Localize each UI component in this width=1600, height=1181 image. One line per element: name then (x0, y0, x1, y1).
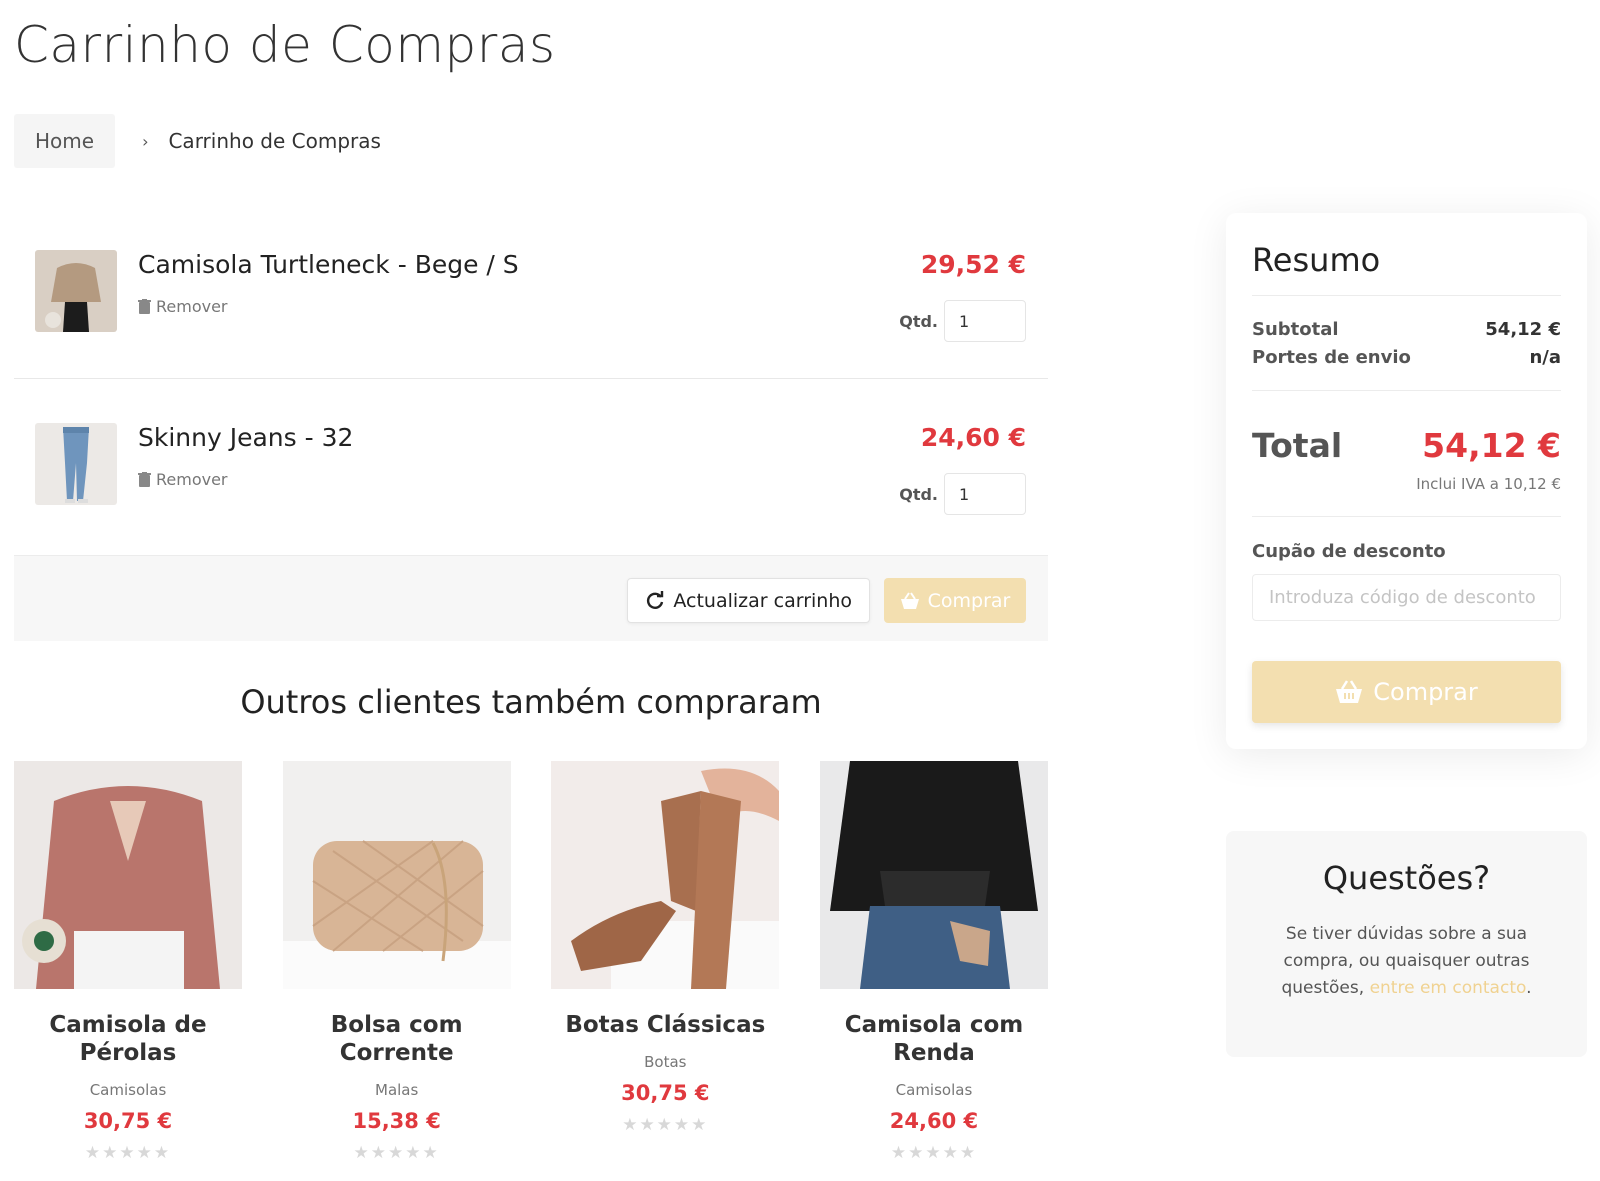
cart-items: Camisola Turtleneck - Bege / S Remover 2… (14, 206, 1048, 552)
cart-item: Skinny Jeans - 32 Remover 24,60 € Qtd. (14, 379, 1048, 552)
quantity-input[interactable] (944, 300, 1026, 342)
product-name[interactable]: Botas Clássicas (551, 1011, 779, 1039)
product-image[interactable] (282, 761, 511, 989)
update-cart-label: Actualizar carrinho (673, 589, 852, 612)
questions-box: Questões? Se tiver dúvidas sobre a sua c… (1226, 831, 1587, 1057)
rating-stars: ★★★★★ (84, 1143, 172, 1163)
shipping-label: Portes de envio (1252, 347, 1411, 368)
product-thumbnail[interactable] (35, 423, 117, 505)
coupon-label: Cupão de desconto (1252, 541, 1446, 562)
product-name[interactable]: Camisola com Renda (820, 1011, 1048, 1067)
remove-button[interactable]: Remover (138, 470, 228, 489)
product-category: Camisolas (89, 1081, 167, 1099)
subtotal-label: Subtotal (1252, 319, 1339, 340)
also-bought-title: Outros clientes também compraram (240, 683, 822, 721)
summary-title: Resumo (1252, 241, 1381, 279)
contact-link[interactable]: entre em contacto (1370, 978, 1527, 998)
product-price: 24,60 € (889, 1109, 979, 1133)
quantity-group: Qtd. (899, 300, 1026, 342)
product-image[interactable] (551, 761, 780, 989)
cart-actions-bar: Actualizar carrinho Comprar (14, 555, 1048, 641)
quantity-group: Qtd. (899, 473, 1026, 515)
breadcrumb-current: Carrinho de Compras (168, 129, 381, 153)
coupon-input[interactable] (1252, 574, 1561, 621)
questions-text: Se tiver dúvidas sobre a sua compra, ou … (1254, 921, 1559, 1002)
breadcrumb: Home › Carrinho de Compras (14, 114, 381, 168)
cart-item: Camisola Turtleneck - Bege / S Remover 2… (14, 206, 1048, 379)
product-price: 30,75 € (621, 1081, 710, 1105)
order-summary: Resumo Subtotal 54,12 € Portes de envio … (1226, 213, 1587, 749)
product-category: Camisolas (895, 1081, 973, 1099)
product-card[interactable]: Camisola com Renda Camisolas 24,60 € ★★★… (819, 761, 1048, 1163)
vat-note: Inclui IVA a 10,12 € (1416, 475, 1561, 493)
checkout-button[interactable]: Comprar (1252, 661, 1561, 723)
quantity-label: Qtd. (899, 484, 938, 504)
trash-icon (138, 299, 151, 314)
cart-item-name[interactable]: Skinny Jeans - 32 (138, 423, 353, 452)
total-value: 54,12 € (1422, 426, 1561, 465)
product-image[interactable] (14, 761, 242, 989)
total-row: Total 54,12 € (1252, 426, 1561, 465)
remove-label: Remover (156, 297, 228, 316)
rating-stars: ★★★★★ (890, 1143, 978, 1163)
basket-icon (1336, 680, 1363, 703)
product-category: Botas (644, 1053, 687, 1071)
cart-item-price: 29,52 € (920, 250, 1026, 279)
product-price: 30,75 € (83, 1109, 173, 1133)
breadcrumb-separator: › (142, 131, 149, 151)
product-name[interactable]: Camisola de Pérolas (14, 1011, 242, 1067)
buy-label: Comprar (927, 589, 1011, 612)
refresh-icon (647, 590, 664, 609)
rating-stars: ★★★★★ (622, 1115, 709, 1135)
divider (1252, 516, 1561, 517)
subtotal-value: 54,12 € (1485, 319, 1561, 340)
cart-item-price: 24,60 € (920, 423, 1026, 452)
basket-icon (900, 591, 919, 609)
cart-item-name[interactable]: Camisola Turtleneck - Bege / S (138, 250, 519, 279)
divider (1252, 390, 1561, 391)
product-price: 15,38 € (352, 1109, 441, 1133)
product-name[interactable]: Bolsa com Corrente (283, 1011, 511, 1067)
also-bought-products: Camisola de Pérolas Camisolas 30,75 € ★★… (14, 761, 1048, 1163)
remove-button[interactable]: Remover (138, 297, 228, 316)
questions-end: . (1526, 978, 1532, 998)
update-cart-button[interactable]: Actualizar carrinho (627, 578, 870, 623)
total-label: Total (1252, 426, 1343, 465)
shipping-value: n/a (1529, 347, 1561, 368)
remove-label: Remover (156, 470, 228, 489)
quantity-label: Qtd. (899, 311, 938, 331)
product-card[interactable]: Bolsa com Corrente Malas 15,38 € ★★★★★ (282, 761, 511, 1163)
checkout-label: Comprar (1373, 678, 1478, 706)
product-category: Malas (375, 1081, 419, 1099)
product-card[interactable]: Botas Clássicas Botas 30,75 € ★★★★★ (551, 761, 780, 1163)
buy-button[interactable]: Comprar (884, 578, 1026, 623)
product-card[interactable]: Camisola de Pérolas Camisolas 30,75 € ★★… (14, 761, 242, 1163)
rating-stars: ★★★★★ (353, 1143, 440, 1163)
trash-icon (138, 472, 151, 487)
page-title: Carrinho de Compras (14, 16, 556, 74)
breadcrumb-home[interactable]: Home (14, 114, 116, 168)
product-thumbnail[interactable] (35, 250, 117, 332)
divider (1252, 295, 1561, 296)
product-image[interactable] (819, 761, 1048, 989)
subtotal-row: Subtotal 54,12 € (1252, 319, 1561, 340)
quantity-input[interactable] (944, 473, 1026, 515)
shipping-row: Portes de envio n/a (1252, 347, 1561, 368)
questions-title: Questões? (1322, 859, 1491, 897)
